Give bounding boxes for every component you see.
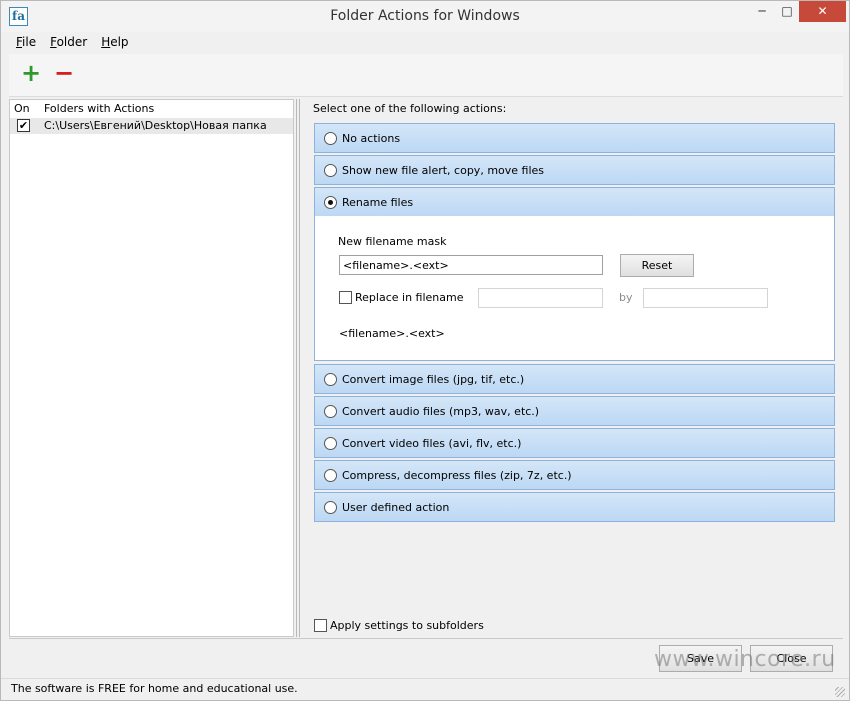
reset-button[interactable]: Reset [620, 254, 694, 277]
menu-bar: File Folder Help [9, 34, 136, 52]
folder-list: On Folders with Actions ✔ C:\Users\Евген… [9, 99, 294, 637]
replace-in-filename-checkbox[interactable] [339, 291, 352, 304]
radio-compress[interactable] [324, 469, 337, 482]
action-label: Compress, decompress files (zip, 7z, etc… [342, 469, 572, 482]
close-icon: ✕ [817, 4, 828, 18]
action-label: Convert audio files (mp3, wav, etc.) [342, 405, 540, 418]
action-convert-image[interactable]: Convert image files (jpg, tif, etc.) [314, 364, 835, 394]
splitter-line [299, 99, 300, 637]
replace-from-input[interactable] [478, 288, 603, 308]
filename-mask-input[interactable] [339, 255, 603, 275]
watermark: www.wincore.ru [654, 647, 836, 672]
action-label: User defined action [342, 501, 450, 514]
add-folder-button[interactable]: + [21, 61, 41, 85]
by-label: by [619, 291, 633, 304]
action-rename-files[interactable]: Rename files [314, 187, 835, 217]
status-bar: The software is FREE for home and educat… [1, 678, 849, 700]
filename-mask-label: New filename mask [338, 235, 447, 248]
maximize-button[interactable]: □ [775, 1, 799, 22]
filename-preview: <filename>.<ext> [339, 327, 445, 340]
action-no-actions[interactable]: No actions [314, 123, 835, 153]
list-item[interactable]: ✔ C:\Users\Евгений\Desktop\Новая папка [10, 118, 293, 134]
replace-to-input[interactable] [643, 288, 768, 308]
remove-folder-button[interactable]: − [54, 61, 74, 85]
actions-panel: Select one of the following actions: No … [305, 99, 843, 637]
resize-grip-icon[interactable] [835, 687, 845, 697]
folder-path: C:\Users\Евгений\Desktop\Новая папка [44, 119, 267, 132]
action-label: Show new file alert, copy, move files [342, 164, 545, 177]
replace-in-filename-label: Replace in filename [355, 291, 464, 304]
toolbar: + − [9, 54, 843, 97]
action-convert-video[interactable]: Convert video files (avi, flv, etc.) [314, 428, 835, 458]
action-convert-audio[interactable]: Convert audio files (mp3, wav, etc.) [314, 396, 835, 426]
menu-help[interactable]: Help [94, 34, 135, 52]
apply-subfolders-label: Apply settings to subfolders [330, 619, 484, 632]
actions-prompt: Select one of the following actions: [313, 102, 507, 115]
action-alert-copy-move[interactable]: Show new file alert, copy, move files [314, 155, 835, 185]
action-compress[interactable]: Compress, decompress files (zip, 7z, etc… [314, 460, 835, 490]
panel-splitter[interactable] [295, 99, 305, 637]
radio-convert-image[interactable] [324, 373, 337, 386]
minimize-button[interactable]: ─ [749, 1, 775, 22]
radio-convert-video[interactable] [324, 437, 337, 450]
rename-options-panel: New filename mask Reset Replace in filen… [314, 216, 835, 361]
checkmark-icon: ✔ [18, 119, 29, 132]
radio-convert-audio[interactable] [324, 405, 337, 418]
folder-enabled-checkbox[interactable]: ✔ [17, 119, 30, 132]
maximize-icon: □ [781, 4, 793, 18]
menu-folder[interactable]: Folder [43, 34, 94, 52]
action-label: Convert image files (jpg, tif, etc.) [342, 373, 525, 386]
radio-no-actions[interactable] [324, 132, 337, 145]
plus-icon: + [21, 59, 42, 87]
window-title: Folder Actions for Windows [330, 8, 520, 24]
action-user-defined[interactable]: User defined action [314, 492, 835, 522]
apply-subfolders-checkbox[interactable] [314, 619, 327, 632]
menu-file[interactable]: File [9, 34, 43, 52]
radio-rename-files[interactable] [324, 196, 337, 209]
title-bar[interactable]: fa Folder Actions for Windows ─ □ ✕ [1, 1, 849, 32]
folder-list-header: On Folders with Actions [10, 100, 293, 118]
footer-divider [9, 638, 843, 639]
action-label: Rename files [342, 196, 414, 209]
action-label: No actions [342, 132, 401, 145]
splitter-line [296, 99, 297, 637]
action-label: Convert video files (avi, flv, etc.) [342, 437, 522, 450]
close-window-button[interactable]: ✕ [799, 1, 846, 22]
minus-icon: − [54, 59, 75, 87]
app-window: fa Folder Actions for Windows ─ □ ✕ File… [0, 0, 850, 701]
minimize-icon: ─ [758, 4, 766, 18]
status-text: The software is FREE for home and educat… [11, 682, 298, 695]
column-header-on[interactable]: On [14, 102, 30, 115]
radio-alert-copy-move[interactable] [324, 164, 337, 177]
radio-user-defined[interactable] [324, 501, 337, 514]
column-header-folders[interactable]: Folders with Actions [44, 102, 154, 115]
